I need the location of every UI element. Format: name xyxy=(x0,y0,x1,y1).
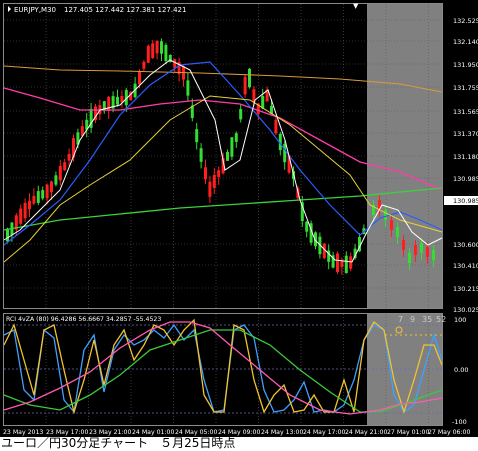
time-label: 23 May 17:00 xyxy=(46,429,88,436)
symbol-header: EURJPY,M30 127.405 127.442 127.381 127.4… xyxy=(8,6,186,14)
candle-body xyxy=(230,137,234,157)
ohlc-values: 127.405 127.442 127.381 127.421 xyxy=(64,6,186,14)
overlay-number: 52 xyxy=(436,315,446,324)
time-label: 23 May 2013 xyxy=(3,429,43,436)
price-label: 131.370 xyxy=(453,130,478,138)
candle-body xyxy=(186,80,190,96)
overlay-number: 7 xyxy=(398,315,403,324)
chart-caption: ユーロ／円30分足チャート ５月25日時点 xyxy=(1,436,236,450)
candle-body xyxy=(204,167,207,180)
time-label: 24 May 09:00 xyxy=(218,429,260,436)
price-label: 132.525 xyxy=(453,17,478,25)
candle-body xyxy=(243,76,247,95)
candle-body xyxy=(107,96,111,111)
candle-body xyxy=(274,119,278,134)
candle-body xyxy=(63,162,67,171)
price-label: 130.025 xyxy=(453,306,478,314)
candle-body xyxy=(390,220,393,230)
time-label: 24 May 21:00 xyxy=(345,429,387,436)
price-label: 131.755 xyxy=(453,84,478,92)
candle-body xyxy=(199,148,203,162)
candle-body xyxy=(45,184,49,199)
candle-body xyxy=(344,255,348,274)
candle-body xyxy=(41,190,45,199)
time-label: 24 May 13:00 xyxy=(261,429,303,436)
indicator-axis-label: -100 xyxy=(452,418,467,426)
indicator-axis-label: 0.00 xyxy=(454,366,468,374)
candle-body xyxy=(19,208,23,224)
candle-body xyxy=(67,153,71,161)
time-label: 23 May 21:00 xyxy=(89,429,131,436)
time-label: 24 May 17:00 xyxy=(303,429,345,436)
candle-body xyxy=(234,133,238,142)
time-label: 24 May 01:00 xyxy=(132,429,174,436)
candle-body xyxy=(432,250,435,260)
candle-body xyxy=(396,227,399,237)
price-label: 131.180 xyxy=(453,153,478,161)
symbol-timeframe: EURJPY,M30 xyxy=(14,6,56,14)
price-label: 131.950 xyxy=(453,61,478,69)
candle-body xyxy=(402,240,405,250)
indicator-axis-label: 100 xyxy=(454,316,466,324)
candle-body xyxy=(408,253,411,263)
candle-body xyxy=(349,256,353,269)
candle-body xyxy=(151,43,155,59)
candle-body xyxy=(54,175,58,185)
time-label: 27 May 01:00 xyxy=(387,429,429,436)
candle-body xyxy=(146,45,150,63)
candle-body xyxy=(261,96,265,109)
candle-body xyxy=(164,44,168,62)
time-axis: 23 May 2013 23 May 17:00 23 May 21:00 24… xyxy=(3,429,470,436)
candle-body xyxy=(283,143,287,163)
time-label: 27 May 06:00 xyxy=(428,429,470,436)
candle-body xyxy=(305,221,309,232)
candle-body xyxy=(208,181,212,197)
candle-body xyxy=(212,174,216,188)
overlay-number: 35 xyxy=(422,315,432,324)
chart-shift-marker-icon[interactable]: ▼ xyxy=(353,2,359,10)
candle-body xyxy=(217,170,221,177)
candle-body xyxy=(36,191,40,203)
time-label: 24 May 05:00 xyxy=(175,429,217,436)
candle-body xyxy=(248,68,251,88)
candle-body xyxy=(160,41,163,54)
candle-body xyxy=(23,202,27,219)
candle-body xyxy=(426,247,429,257)
candle-body xyxy=(32,195,36,204)
price-label: 131.565 xyxy=(453,108,478,116)
candle-body xyxy=(58,165,62,181)
chart-window[interactable]: EURJPY,M30 127.405 127.442 127.381 127.4… xyxy=(0,0,478,437)
candle-body xyxy=(155,40,159,54)
candle-body xyxy=(28,200,31,210)
candle-body xyxy=(420,243,423,253)
candle-body xyxy=(195,129,199,143)
overlay-number: 9 xyxy=(410,315,415,324)
candle-body xyxy=(116,96,119,105)
candle-body xyxy=(239,109,243,120)
candle-body xyxy=(414,245,417,255)
candle-body xyxy=(6,228,9,242)
candle-body xyxy=(226,152,229,161)
indicator-header: RCI 4vZA (80) 96.4286 56.6667 34.2857 -5… xyxy=(6,316,161,323)
candle-body xyxy=(142,61,146,69)
candle-body xyxy=(50,181,53,193)
candle-body xyxy=(384,210,387,220)
chart-canvas[interactable]: EURJPY,M30 127.405 127.442 127.381 127.4… xyxy=(0,0,478,437)
price-label: 130.985 xyxy=(453,175,478,183)
candle-body xyxy=(336,253,339,272)
price-label: 130.600 xyxy=(453,241,478,249)
price-label: 130.215 xyxy=(453,285,478,293)
future-shade-main xyxy=(367,3,443,308)
candle-body xyxy=(138,71,141,85)
price-label: 130.410 xyxy=(453,262,478,270)
price-label: 132.140 xyxy=(453,38,478,46)
current-price-label: 130.985 xyxy=(453,197,478,205)
